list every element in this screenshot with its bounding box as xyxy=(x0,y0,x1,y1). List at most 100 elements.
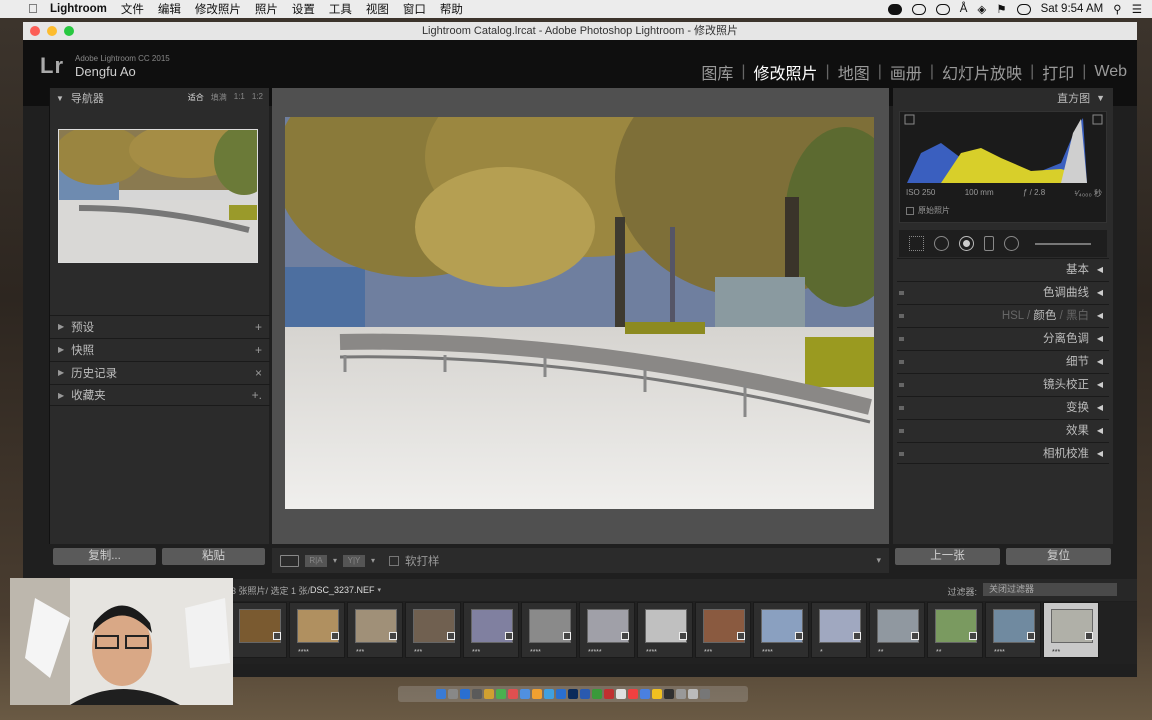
filmstrip-thumbnail[interactable] xyxy=(231,602,287,658)
menu-edit[interactable]: 编辑 xyxy=(158,1,181,17)
search-icon[interactable]: ⚲ xyxy=(1113,2,1121,16)
red-eye-icon[interactable] xyxy=(959,236,974,251)
zoom-1-1[interactable]: 1:1 xyxy=(234,92,245,103)
panel-effects[interactable]: 效果 ◀ xyxy=(897,419,1109,441)
minimize-button[interactable] xyxy=(47,26,57,36)
original-photo-checkbox[interactable] xyxy=(906,206,914,215)
apple-icon[interactable]:  xyxy=(28,2,42,16)
filmstrip-thumbnail[interactable]: **** xyxy=(753,602,809,658)
panel-split-toning[interactable]: 分离色调 ◀ xyxy=(897,327,1109,349)
dock-app-icon[interactable] xyxy=(532,689,542,699)
spot-removal-icon[interactable] xyxy=(934,236,949,251)
dock-app-icon[interactable] xyxy=(640,689,650,699)
panel-basic[interactable]: 基本 ◀ xyxy=(897,258,1109,280)
dock-app-icon[interactable] xyxy=(664,689,674,699)
panel-snapshots[interactable]: ▶ 快照 + xyxy=(50,338,270,360)
dock-app-icon[interactable] xyxy=(688,689,698,699)
graduated-filter-icon[interactable] xyxy=(984,236,994,251)
dock-app-icon[interactable] xyxy=(472,689,482,699)
clock[interactable]: Sat 9:54 AM xyxy=(1041,3,1104,15)
module-web[interactable]: Web xyxy=(1094,63,1127,81)
original-photo-toggle[interactable]: 原始照片 xyxy=(906,205,950,216)
brush-slider[interactable] xyxy=(1035,242,1091,245)
filmstrip-thumbnail[interactable]: *** xyxy=(463,602,519,658)
main-photo[interactable] xyxy=(285,117,874,509)
before-after-button[interactable]: R|A xyxy=(305,554,327,567)
add-snapshot-icon[interactable]: + xyxy=(255,343,262,357)
dock-app-icon[interactable] xyxy=(460,689,470,699)
dock-app-icon[interactable] xyxy=(652,689,662,699)
copy-button[interactable]: 复制... xyxy=(53,548,156,565)
panel-transform[interactable]: 变换 ◀ xyxy=(897,396,1109,418)
menu-tools[interactable]: 工具 xyxy=(329,1,352,17)
dock-app-icon[interactable] xyxy=(484,689,494,699)
loupe-view-icon[interactable] xyxy=(280,554,299,567)
dock-app-icon[interactable] xyxy=(700,689,710,699)
dock-app-icon[interactable] xyxy=(604,689,614,699)
dropdown-icon[interactable]: ▾ xyxy=(333,556,337,565)
panel-tone-curve[interactable]: 色调曲线 ◀ xyxy=(897,281,1109,303)
filmstrip-thumbnail[interactable]: *** xyxy=(1043,602,1099,658)
menu-window[interactable]: 窗口 xyxy=(403,1,426,17)
notification-icon[interactable]: ☰ xyxy=(1132,2,1142,16)
flag-icon[interactable]: ⚑ xyxy=(996,2,1006,16)
filmstrip-thumbnail[interactable]: * xyxy=(811,602,867,658)
dock-app-icon[interactable] xyxy=(556,689,566,699)
panel-presets[interactable]: ▶ 预设 + xyxy=(50,315,270,337)
panel-lens-corrections[interactable]: 镜头校正 ◀ xyxy=(897,373,1109,395)
filmstrip-thumbnail[interactable]: *** xyxy=(347,602,403,658)
hsl-label[interactable]: HSL xyxy=(1002,310,1024,322)
dropdown-icon-2[interactable]: ▾ xyxy=(371,556,375,565)
module-book[interactable]: 画册 xyxy=(890,60,922,84)
panel-camera-calibration[interactable]: 相机校准 ◀ xyxy=(897,442,1109,464)
bw-label[interactable]: 黑白 xyxy=(1066,310,1089,322)
histogram[interactable]: ISO 250 100 mm ƒ / 2.8 ¹⁄₄₀₀₀ 秒 原始照片 xyxy=(899,111,1107,223)
histogram-header[interactable]: 直方图 ▼ xyxy=(893,88,1113,108)
module-develop[interactable]: 修改照片 xyxy=(754,60,818,84)
add-preset-icon[interactable]: + xyxy=(255,320,262,334)
panel-collections[interactable]: ▶ 收藏夹 +. xyxy=(50,384,270,406)
battery-icon[interactable] xyxy=(1016,3,1031,15)
reset-button[interactable]: 复位 xyxy=(1006,548,1111,565)
status-cloud-icon[interactable] xyxy=(911,3,926,15)
wifi-icon[interactable]: ◈ xyxy=(977,2,986,16)
status-display-icon[interactable] xyxy=(935,3,950,15)
dropdown-icon[interactable]: ▾ xyxy=(378,586,382,594)
dock-app-icon[interactable] xyxy=(580,689,590,699)
softproof-checkbox[interactable] xyxy=(389,555,400,566)
filmstrip-thumbnail[interactable]: ***** xyxy=(579,602,635,658)
zoom-fit[interactable]: 适合 xyxy=(188,92,204,103)
zoom-button[interactable] xyxy=(64,26,74,36)
menu-app[interactable]: Lightroom xyxy=(50,3,107,15)
menu-develop[interactable]: 修改照片 xyxy=(195,1,241,17)
filmstrip-thumbnail[interactable]: ** xyxy=(927,602,983,658)
dock-app-icon[interactable] xyxy=(448,689,458,699)
filmstrip-thumbnail[interactable]: ** xyxy=(869,602,925,658)
dock-app-icon[interactable] xyxy=(592,689,602,699)
compare-button[interactable]: Y|Y xyxy=(343,554,366,567)
zoom-1-2[interactable]: 1:2 xyxy=(252,92,263,103)
crop-tool-icon[interactable] xyxy=(909,236,924,251)
module-library[interactable]: 图库 xyxy=(701,60,733,84)
status-app-icon[interactable] xyxy=(887,3,902,15)
dock-app-icon[interactable] xyxy=(508,689,518,699)
zoom-fill[interactable]: 填满 xyxy=(211,92,227,103)
panel-hsl[interactable]: HSL / 颜色 / 黑白 ◀ xyxy=(897,304,1109,326)
menu-photo[interactable]: 照片 xyxy=(255,1,278,17)
dock-app-icon[interactable] xyxy=(436,689,446,699)
toolbar-menu-icon[interactable]: ▾ xyxy=(876,555,881,566)
filmstrip-thumbnail[interactable]: *** xyxy=(405,602,461,658)
add-collection-icon[interactable]: +. xyxy=(252,388,262,402)
dock-app-icon[interactable] xyxy=(628,689,638,699)
dock-app-icon[interactable] xyxy=(496,689,506,699)
paste-button[interactable]: 粘贴 xyxy=(162,548,265,565)
filmstrip-thumbnail[interactable]: **** xyxy=(521,602,577,658)
dock-app-icon[interactable] xyxy=(544,689,554,699)
dock-app-icon[interactable] xyxy=(676,689,686,699)
panel-detail[interactable]: 细节 ◀ xyxy=(897,350,1109,372)
module-print[interactable]: 打印 xyxy=(1042,60,1074,84)
filmstrip-thumbnail[interactable]: *** xyxy=(695,602,751,658)
menu-settings[interactable]: 设置 xyxy=(292,1,315,17)
dock-app-icon[interactable] xyxy=(520,689,530,699)
filmstrip-thumbnail[interactable]: **** xyxy=(637,602,693,658)
